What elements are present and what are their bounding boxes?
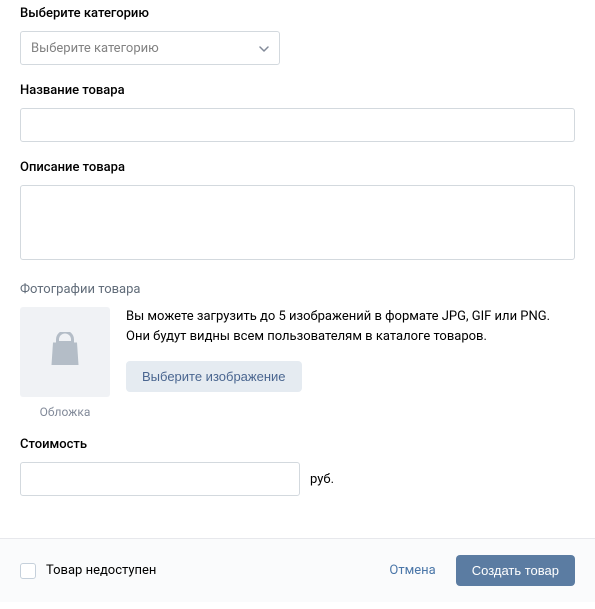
price-field: Стоимость руб. [20, 437, 575, 496]
description-input[interactable] [20, 185, 575, 260]
category-select-placeholder: Выберите категорию [31, 41, 159, 56]
price-currency: руб. [310, 472, 334, 487]
category-label: Выберите категорию [20, 6, 575, 21]
choose-image-button[interactable]: Выберите изображение [126, 361, 302, 392]
bag-icon [47, 332, 83, 372]
photo-description: Вы можете загрузить до 5 изображений в ф… [126, 307, 575, 392]
unavailable-label: Товар недоступен [46, 563, 156, 578]
form-footer: Товар недоступен Отмена Создать товар [0, 538, 595, 602]
photo-hint-text: Вы можете загрузить до 5 изображений в ф… [126, 307, 575, 347]
chevron-down-icon [259, 43, 269, 53]
photos-field: Фотографии товара Обложка Вы можете загр… [20, 282, 575, 419]
photos-label: Фотографии товара [20, 282, 575, 297]
description-field: Описание товара [20, 160, 575, 264]
category-field: Выберите категорию Выберите категорию [20, 6, 575, 65]
name-input[interactable] [20, 108, 575, 142]
name-label: Название товара [20, 83, 575, 98]
photo-thumb-wrap: Обложка [20, 307, 110, 419]
price-input[interactable] [20, 462, 300, 496]
photo-thumb-caption: Обложка [20, 405, 110, 419]
cancel-button[interactable]: Отмена [389, 563, 435, 578]
product-form: Выберите категорию Выберите категорию На… [0, 6, 595, 516]
description-label: Описание товара [20, 160, 575, 175]
category-select[interactable]: Выберите категорию [20, 31, 280, 65]
unavailable-checkbox[interactable] [20, 563, 36, 579]
footer-actions: Отмена Создать товар [389, 555, 575, 586]
unavailable-checkbox-wrap[interactable]: Товар недоступен [20, 563, 156, 579]
photo-thumb[interactable] [20, 307, 110, 397]
submit-button[interactable]: Создать товар [456, 555, 575, 586]
name-field: Название товара [20, 83, 575, 142]
price-label: Стоимость [20, 437, 575, 452]
